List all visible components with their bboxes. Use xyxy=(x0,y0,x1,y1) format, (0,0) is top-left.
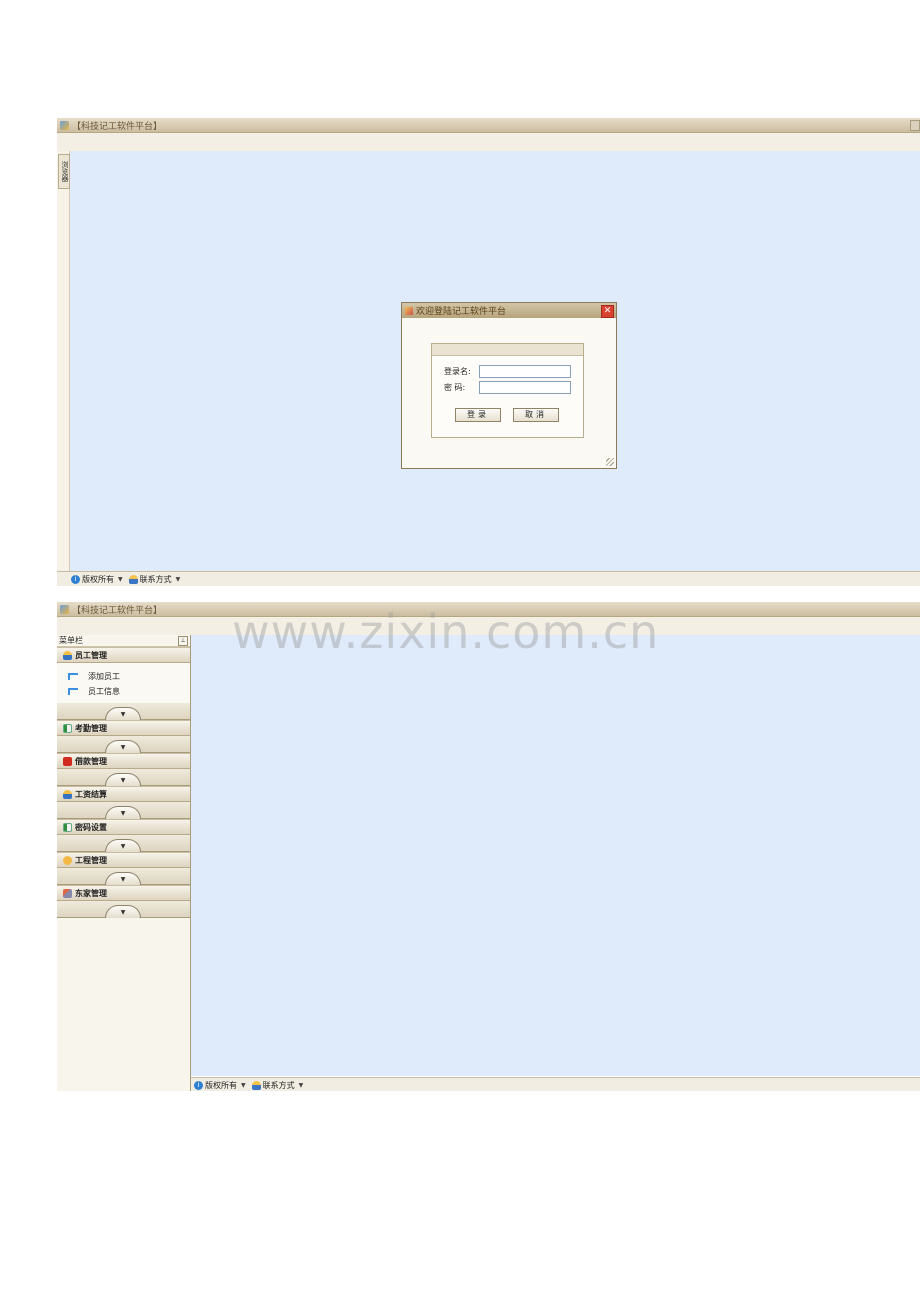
chevron-down-icon: ▼ xyxy=(241,1081,246,1089)
contact-icon xyxy=(128,574,138,584)
section-label: 工程管理 xyxy=(75,855,107,865)
menu-item-employee-info[interactable]: 员工信息 xyxy=(57,684,190,699)
username-row: 登录名: xyxy=(444,365,571,378)
section-password-settings[interactable]: 密码设置 xyxy=(57,819,190,835)
copyright-label: 版权所有 xyxy=(205,1080,237,1090)
title-bar: 【科技记工软件平台】 xyxy=(57,118,920,133)
section-label: 考勤管理 xyxy=(75,723,107,733)
section-payroll[interactable]: 工资结算 xyxy=(57,786,190,802)
info-icon: i xyxy=(194,1080,203,1090)
section-footer: ▼ xyxy=(57,901,190,918)
dialog-title-bar: 欢迎登陆记工软件平台 ✕ xyxy=(402,303,616,318)
dialog-title: 欢迎登陆记工软件平台 xyxy=(416,307,507,317)
chevron-down-icon: ▼ xyxy=(298,1081,304,1089)
status-contact[interactable]: 联系方式 ▼ xyxy=(128,574,181,585)
menu-item-label: 员工信息 xyxy=(88,687,120,696)
section-label: 员工管理 xyxy=(75,650,107,660)
side-tab-browser[interactable]: 浏览器 xyxy=(58,154,70,189)
login-dialog: 欢迎登陆记工软件平台 ✕ 登录名: 密 码: 登录 取消 xyxy=(401,302,617,469)
section-footer: ▼ xyxy=(57,868,190,885)
chevron-down-icon: ▼ xyxy=(118,575,123,583)
person-icon xyxy=(63,650,72,660)
section-label: 密码设置 xyxy=(75,822,107,832)
username-input[interactable] xyxy=(479,365,571,378)
client-area xyxy=(191,635,920,1076)
section-employee-management[interactable]: 员工管理 xyxy=(57,647,190,663)
book-icon xyxy=(63,756,72,766)
side-dock-strip: 浏览器 xyxy=(57,151,70,571)
section-label: 借款管理 xyxy=(75,756,107,766)
window-title: 【科技记工软件平台】 xyxy=(72,121,163,132)
login-group-box: 登录名: 密 码: 登录 取消 xyxy=(431,343,584,438)
close-icon[interactable]: ✕ xyxy=(601,305,614,318)
section-project-management[interactable]: 工程管理 xyxy=(57,852,190,868)
expand-toggle-icon[interactable]: ▼ xyxy=(105,905,141,918)
flag-icon xyxy=(68,688,78,695)
section-footer: ▼ xyxy=(57,835,190,852)
expand-toggle-icon[interactable]: ▼ xyxy=(105,707,141,720)
section-label: 工资结算 xyxy=(75,789,107,799)
section-employer-management[interactable]: 东家管理 xyxy=(57,885,190,901)
section-footer: ▼ xyxy=(57,802,190,819)
status-contact[interactable]: 联系方式 ▼ xyxy=(251,1080,304,1091)
section-loan-management[interactable]: 借款管理 xyxy=(57,753,190,769)
status-bar: i 版权所有 ▼ 联系方式 ▼ xyxy=(191,1077,920,1091)
expand-toggle-icon[interactable]: ▼ xyxy=(105,839,141,852)
client-area: 欢迎登陆记工软件平台 ✕ 登录名: 密 码: 登录 取消 xyxy=(70,151,920,571)
contact-label: 联系方式 xyxy=(139,574,172,584)
section-footer: ▼ xyxy=(57,703,190,720)
info-icon: i xyxy=(71,574,80,584)
expand-toggle-icon[interactable]: ▼ xyxy=(105,773,141,786)
app-icon xyxy=(60,604,69,614)
menu-sidebar: 菜单栏 ⊥ 员工管理 添加员工 员工信息 ▼ 考勤管理 ▼ 借款管理 ▼ 工资结… xyxy=(57,635,191,1091)
section-items: 添加员工 员工信息 xyxy=(57,663,190,703)
app-icon xyxy=(60,120,69,130)
password-label: 密 码: xyxy=(444,383,466,392)
dialog-icon xyxy=(405,306,413,315)
expand-toggle-icon[interactable]: ▼ xyxy=(105,806,141,819)
app-window-login: 【科技记工软件平台】 浏览器 欢迎登陆记工软件平台 ✕ 登录名: 密 码: 登录… xyxy=(57,118,920,587)
username-label: 登录名: xyxy=(444,367,471,376)
menu-bar xyxy=(57,133,920,152)
copyright-label: 版权所有 xyxy=(82,574,114,584)
tool-icon xyxy=(63,888,72,898)
expand-toggle-icon[interactable]: ▼ xyxy=(105,872,141,885)
expand-toggle-icon[interactable]: ▼ xyxy=(105,740,141,753)
contact-icon xyxy=(251,1080,261,1090)
chevron-down-icon: ▼ xyxy=(175,575,181,583)
sidebar-header: 菜单栏 ⊥ xyxy=(57,635,190,647)
app-window-main: 【科技记工软件平台】 菜单栏 ⊥ 员工管理 添加员工 员工信息 ▼ 考勤管理 ▼… xyxy=(57,602,920,1091)
section-attendance-management[interactable]: 考勤管理 xyxy=(57,720,190,736)
group-header xyxy=(432,344,583,356)
section-footer: ▼ xyxy=(57,769,190,786)
pin-icon[interactable]: ⊥ xyxy=(178,635,188,646)
contact-label: 联系方式 xyxy=(262,1080,295,1090)
menu-item-add-employee[interactable]: 添加员工 xyxy=(57,669,190,684)
watermark: www.zixin.com.cn xyxy=(232,605,660,659)
password-row: 密 码: xyxy=(444,381,571,394)
section-footer: ▼ xyxy=(57,736,190,753)
login-button[interactable]: 登录 xyxy=(455,408,501,422)
window-control-icon[interactable] xyxy=(910,120,920,131)
menu-item-label: 添加员工 xyxy=(88,672,120,681)
status-copyright[interactable]: i 版权所有 ▼ xyxy=(194,1080,246,1091)
flag-icon xyxy=(68,673,78,680)
hand-icon xyxy=(63,855,72,865)
person-icon xyxy=(63,789,72,799)
cancel-button[interactable]: 取消 xyxy=(513,408,559,422)
status-bar: i 版权所有 ▼ 联系方式 ▼ xyxy=(57,571,920,586)
sidebar-title: 菜单栏 xyxy=(59,636,83,645)
password-input[interactable] xyxy=(479,381,571,394)
window-title: 【科技记工软件平台】 xyxy=(72,605,163,616)
board-icon xyxy=(63,723,72,733)
resize-grip-icon[interactable] xyxy=(606,458,614,466)
section-label: 东家管理 xyxy=(75,888,107,898)
status-copyright[interactable]: i 版权所有 ▼ xyxy=(71,574,123,585)
board-icon xyxy=(63,822,72,832)
